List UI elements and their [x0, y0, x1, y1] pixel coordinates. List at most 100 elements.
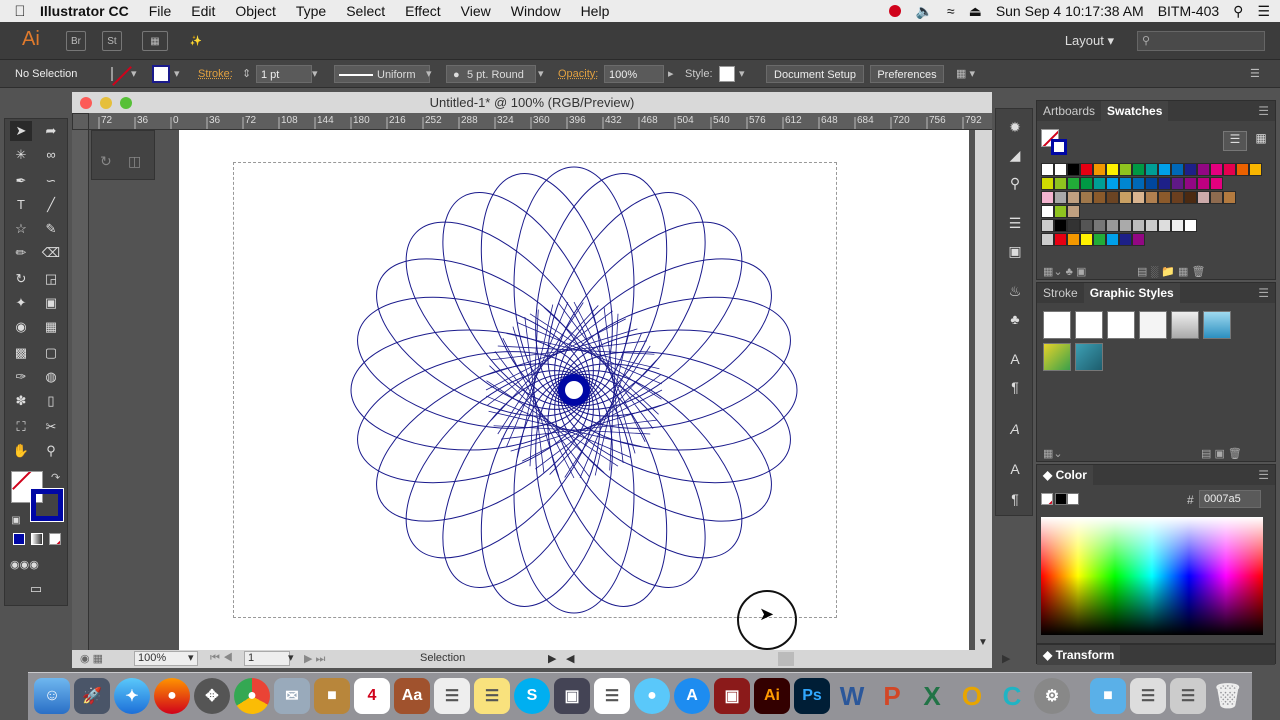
dictionary-icon[interactable]: Aa — [394, 678, 430, 714]
illustrator-dock-icon[interactable]: Ai — [754, 678, 790, 714]
chrome-icon[interactable]: ● — [234, 678, 270, 714]
slice-tool-icon[interactable]: ✂ — [40, 417, 62, 437]
stroke-swatch[interactable] — [152, 65, 170, 83]
calendar-icon[interactable]: 4 — [354, 678, 390, 714]
status-left-icons[interactable]: ◉ ▦ — [80, 652, 103, 665]
swatch[interactable] — [1119, 191, 1132, 204]
zoom-dropdown-icon[interactable]: ▾ — [188, 651, 194, 664]
swatch[interactable] — [1132, 219, 1145, 232]
free-transform-tool-icon[interactable]: ▣ — [40, 293, 62, 313]
swatch[interactable] — [1184, 177, 1197, 190]
color-white-swatch[interactable] — [1067, 493, 1079, 505]
swatch[interactable] — [1106, 177, 1119, 190]
search-field[interactable]: ⚲ — [1137, 31, 1265, 51]
eraser-tool-icon[interactable]: ⌫ — [40, 243, 62, 263]
status-menu-arrow-icon[interactable]: ▶ — [548, 652, 556, 665]
swatch[interactable] — [1210, 177, 1223, 190]
fill-swatch[interactable] — [111, 67, 113, 81]
swatch-libraries-icon[interactable]: ▦⌄ ♣ ▣ — [1043, 265, 1086, 278]
scroll-down-icon[interactable]: ▼ — [978, 637, 988, 648]
color-spectrum[interactable] — [1041, 517, 1263, 635]
photo-booth-icon[interactable]: ▣ — [714, 678, 750, 714]
menu-select[interactable]: Select — [346, 3, 385, 19]
line-tool-icon[interactable]: ╱ — [40, 195, 62, 215]
opentype-icon[interactable]: A — [1005, 419, 1025, 439]
style-swatch[interactable] — [719, 66, 735, 82]
color-mode-icon[interactable] — [13, 533, 25, 545]
swatch[interactable] — [1184, 219, 1197, 232]
system-display-icon[interactable]: ▣ — [554, 678, 590, 714]
pathfinder-icon[interactable]: ▣ — [1005, 241, 1025, 261]
tab-color[interactable]: ◆ Color — [1037, 465, 1093, 485]
swatch[interactable] — [1067, 233, 1080, 246]
swatch[interactable] — [1145, 177, 1158, 190]
swatch[interactable] — [1067, 219, 1080, 232]
swatch[interactable] — [1184, 163, 1197, 176]
draw-mode-icon[interactable]: ◉◉◉ — [10, 555, 39, 575]
swatch[interactable] — [1080, 163, 1093, 176]
photoshop-dock-icon[interactable]: Ps — [794, 678, 830, 714]
swatch[interactable] — [1067, 205, 1080, 218]
artboard-prev-icon[interactable]: ⏮ ◀ — [210, 652, 233, 665]
swatch[interactable] — [1132, 177, 1145, 190]
folder-icon[interactable]: ■ — [1090, 678, 1126, 714]
swatch[interactable] — [1080, 177, 1093, 190]
puppet-warp-tool-icon[interactable]: ✦ — [10, 293, 32, 313]
graphic-style-teal[interactable] — [1075, 343, 1103, 371]
swatch[interactable] — [1158, 191, 1171, 204]
grid-view-icon[interactable]: ▦ — [1249, 131, 1273, 151]
swatch[interactable] — [1093, 163, 1106, 176]
paragraph-styles-icon[interactable]: ¶ — [1005, 377, 1025, 397]
swatch[interactable] — [1106, 163, 1119, 176]
paintbrush-tool-icon[interactable]: ✎ — [40, 219, 62, 239]
gpu-performance-icon[interactable]: ✨ — [186, 31, 206, 51]
spotlight-search-icon[interactable]: ⚲ — [1233, 3, 1243, 20]
swatch[interactable] — [1093, 191, 1106, 204]
menu-object[interactable]: Object — [235, 3, 275, 19]
swatch[interactable] — [1171, 191, 1184, 204]
rotate-tool-icon[interactable]: ↻ — [10, 269, 32, 289]
paragraph-icon[interactable]: ¶ — [1005, 489, 1025, 509]
graphic-style-outline[interactable] — [1139, 311, 1167, 339]
swatch[interactable] — [1106, 233, 1119, 246]
profile-dropdown-icon[interactable]: ▾ — [426, 65, 432, 83]
swatch[interactable] — [1158, 163, 1171, 176]
menu-effect[interactable]: Effect — [405, 3, 441, 19]
brush-dropdown-icon[interactable]: ▾ — [538, 65, 544, 83]
swatch[interactable] — [1197, 191, 1210, 204]
arrange-documents-icon[interactable]: ▦ — [142, 31, 168, 51]
scroll-right-icon[interactable]: ▶ — [1002, 652, 1010, 665]
graphic-style-blue[interactable] — [1203, 311, 1231, 339]
align-icon[interactable]: ☰ — [1005, 213, 1025, 233]
fill-dropdown-icon[interactable]: ▾ — [131, 65, 137, 83]
preferences-button[interactable]: Preferences — [870, 65, 944, 83]
lync-icon[interactable]: C — [994, 678, 1030, 714]
swatch[interactable] — [1171, 163, 1184, 176]
vertical-scrollbar[interactable]: ▼ — [975, 130, 992, 650]
swatch[interactable] — [1223, 163, 1236, 176]
graphic-style-footer-icons[interactable]: ▤ ▣ 🗑 — [1201, 447, 1242, 460]
swatch[interactable] — [1132, 191, 1145, 204]
graphic-style-gray-gradient[interactable] — [1171, 311, 1199, 339]
tab-transform[interactable]: ◆ Transform — [1037, 645, 1121, 665]
apple-icon[interactable]:  — [0, 3, 40, 20]
swatch[interactable] — [1054, 177, 1067, 190]
swatch[interactable] — [1210, 163, 1223, 176]
swatch[interactable] — [1145, 219, 1158, 232]
menubar-user[interactable]: BITM-403 — [1158, 3, 1219, 19]
swatch[interactable] — [1132, 163, 1145, 176]
trash-icon[interactable]: 🗑 — [1210, 678, 1246, 714]
swatch[interactable] — [1093, 233, 1106, 246]
scroll-left-icon[interactable]: ◀ — [566, 652, 574, 665]
notification-center-icon[interactable]: ☰ — [1257, 3, 1270, 20]
brushes-icon[interactable]: ◢ — [1005, 145, 1025, 165]
hex-color-field[interactable]: 0007a5 — [1199, 490, 1261, 508]
canvas-area[interactable]: ↻ ◫ ➤ — [89, 130, 992, 650]
tab-swatches[interactable]: Swatches — [1101, 101, 1169, 121]
swatch[interactable] — [1171, 177, 1184, 190]
swatch-footer-icons[interactable]: ▤ ░ 📁 ▦ 🗑 — [1137, 265, 1205, 278]
eject-icon[interactable]: ⏏ — [969, 3, 982, 20]
document-setup-button[interactable]: Document Setup — [766, 65, 864, 83]
artboard-dropdown-icon[interactable]: ▾ — [288, 651, 294, 664]
graphic-styles-menu-icon[interactable]: ☰ — [1258, 286, 1269, 300]
